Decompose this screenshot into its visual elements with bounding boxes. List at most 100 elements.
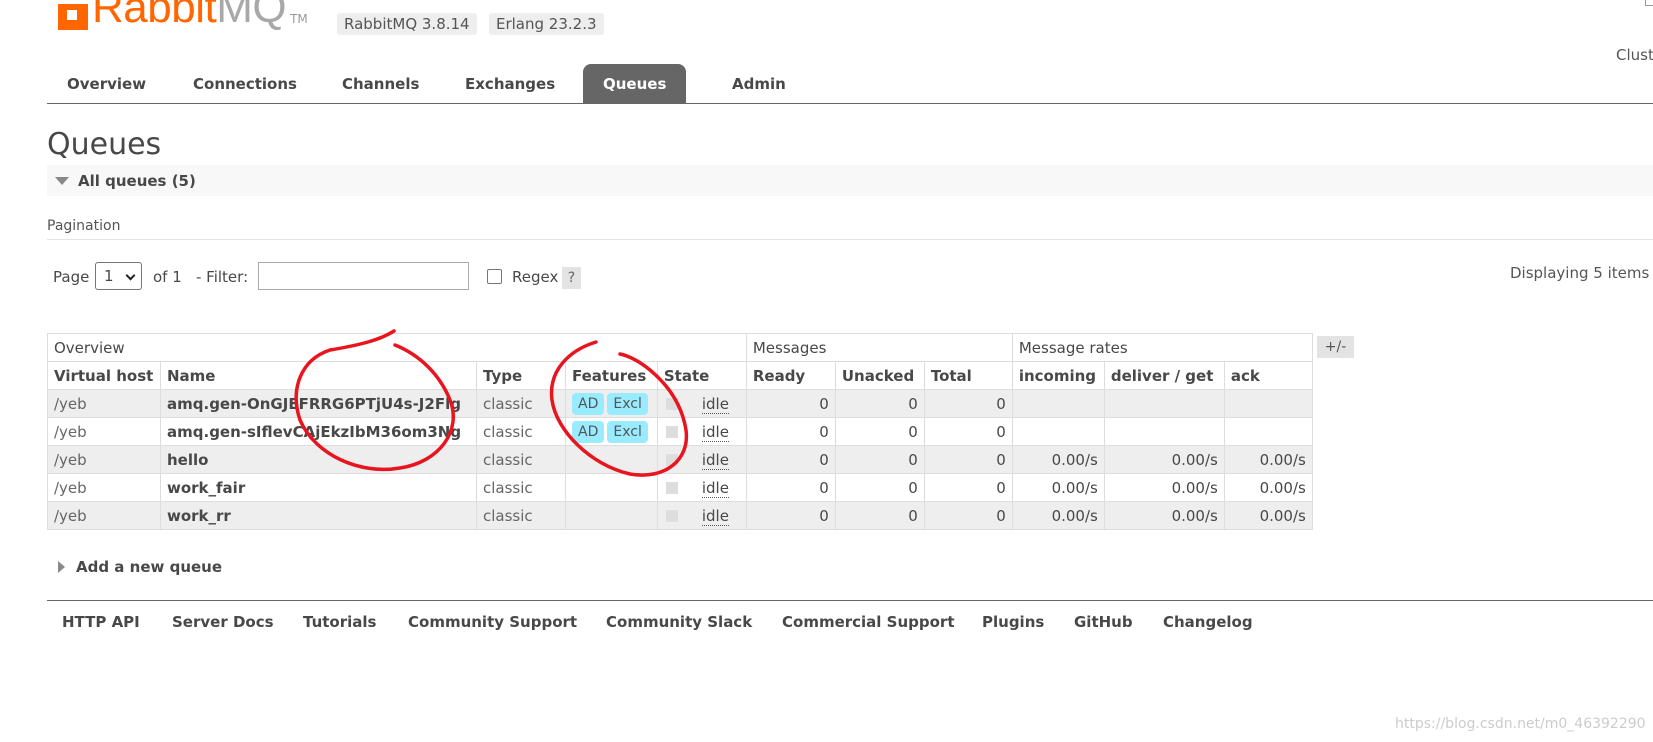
filter-input[interactable] (258, 262, 469, 290)
cell-vhost: /yeb (47, 445, 161, 474)
group-overview: Overview (47, 333, 747, 362)
tab-exchanges[interactable]: Exchanges (445, 64, 575, 103)
cell-total: 0 (923, 501, 1013, 530)
col-virtual-host[interactable]: Virtual host (47, 361, 161, 390)
queue-name-link[interactable]: amq.gen-sIflevCAjEkzIbM36om3Ng (160, 417, 477, 446)
tab-queues[interactable]: Queues (583, 64, 687, 103)
table-row: /yeb work_rr classic idle 0 0 0 0.00/s 0.00/s 0.0… (47, 501, 1313, 530)
col-ack[interactable]: ack (1223, 361, 1313, 390)
col-unacked[interactable]: Unacked (834, 361, 925, 390)
state-label: idle (701, 506, 729, 526)
tab-channels[interactable]: Channels (322, 64, 439, 103)
col-state[interactable]: State (656, 361, 747, 390)
footer-link-http-api[interactable]: HTTP API (62, 613, 140, 631)
footer-link-changelog[interactable]: Changelog (1163, 613, 1253, 631)
regex-help-button[interactable]: ? (562, 267, 581, 289)
state-indicator-icon (665, 482, 678, 494)
col-deliver-get[interactable]: deliver / get (1103, 361, 1225, 390)
logo-text-rabbit: Rabbit (92, 0, 217, 32)
table-row: /yeb amq.gen-sIflevCAjEkzIbM36om3Ng classi… (47, 417, 1313, 446)
state-indicator-icon (665, 398, 678, 410)
cell-vhost: /yeb (47, 417, 161, 446)
footer-link-community-support[interactable]: Community Support (408, 613, 577, 631)
pagination-divider (47, 239, 1653, 240)
cell-features: AD Excl (565, 389, 658, 418)
col-type[interactable]: Type (476, 361, 566, 390)
add-queue-toggle[interactable]: Add a new queue (58, 558, 222, 576)
cell-type: classic (476, 389, 566, 418)
table-row: /yeb hello classic idle 0 0 0 0.00/s 0.00/s 0.00/… (47, 445, 1313, 474)
cell-ack: 0.00/s (1223, 473, 1313, 502)
col-name[interactable]: Name (160, 361, 477, 390)
cell-unacked: 0 (834, 501, 925, 530)
cell-unacked: 0 (834, 417, 925, 446)
cell-total: 0 (923, 473, 1013, 502)
cell-incoming: 0.00/s (1011, 501, 1105, 530)
table-row: /yeb amq.gen-OnGJEFRRG6PTjU4s-J2Flg classi… (47, 389, 1313, 418)
cell-ack: 0.00/s (1223, 445, 1313, 474)
cell-deliver-get (1103, 389, 1225, 418)
cell-vhost: /yeb (47, 473, 161, 502)
state-indicator-icon (665, 454, 678, 466)
logo-tm: TM (290, 12, 308, 26)
col-incoming[interactable]: incoming (1011, 361, 1105, 390)
cell-type: classic (476, 445, 566, 474)
feature-badge: AD (572, 392, 605, 415)
cell-deliver-get: 0.00/s (1103, 473, 1225, 502)
cell-state: idle (656, 445, 747, 474)
cell-deliver-get: 0.00/s (1103, 501, 1225, 530)
queues-table: Overview Messages Message rates Virtual … (47, 333, 1313, 530)
toggle-columns-button[interactable]: +/- (1317, 336, 1354, 358)
feature-badge: Excl (607, 420, 648, 443)
queue-name-link[interactable]: hello (160, 445, 477, 474)
page-label: Page (53, 268, 90, 286)
footer-link-community-slack[interactable]: Community Slack (606, 613, 752, 631)
rabbitmq-logo: RabbitMQ TM (58, 0, 308, 30)
tab-admin[interactable]: Admin (712, 64, 806, 103)
queue-name-link[interactable]: amq.gen-OnGJEFRRG6PTjU4s-J2Flg (160, 389, 477, 418)
cell-total: 0 (923, 417, 1013, 446)
col-total[interactable]: Total (923, 361, 1013, 390)
cell-ready: 0 (745, 501, 836, 530)
column-header-row: Virtual host Name Type Features State Re… (47, 361, 1313, 390)
column-group-row: Overview Messages Message rates (47, 333, 1313, 362)
cell-ack: 0.00/s (1223, 501, 1313, 530)
footer-link-commercial-support[interactable]: Commercial Support (782, 613, 955, 631)
regex-label: Regex (512, 268, 559, 286)
cell-unacked: 0 (834, 445, 925, 474)
footer-link-tutorials[interactable]: Tutorials (303, 613, 376, 631)
corner-checkbox[interactable] (1645, 0, 1653, 6)
regex-checkbox[interactable] (487, 269, 502, 284)
cell-features (565, 473, 658, 502)
footer-link-plugins[interactable]: Plugins (982, 613, 1044, 631)
add-queue-label: Add a new queue (76, 558, 223, 576)
col-ready[interactable]: Ready (745, 361, 836, 390)
cell-state: idle (656, 473, 747, 502)
cell-state: idle (656, 417, 747, 446)
cell-vhost: /yeb (47, 389, 161, 418)
tab-connections[interactable]: Connections (173, 64, 317, 103)
cell-unacked: 0 (834, 473, 925, 502)
footer: HTTP API Server Docs Tutorials Community… (47, 600, 1653, 644)
cell-ack (1223, 389, 1313, 418)
queue-name-link[interactable]: work_rr (160, 501, 477, 530)
feature-badge: Excl (607, 392, 648, 415)
footer-link-server-docs[interactable]: Server Docs (172, 613, 274, 631)
erlang-badge: Erlang 23.2.3 (489, 13, 604, 35)
state-label: idle (701, 450, 729, 470)
state-indicator-icon (665, 426, 678, 438)
cell-incoming (1011, 389, 1105, 418)
cell-deliver-get: 0.00/s (1103, 445, 1225, 474)
pagination-controls: Page 1 of 1 - Filter: Regex ? (47, 262, 1653, 292)
collapse-triangle-icon (55, 176, 69, 185)
footer-link-github[interactable]: GitHub (1074, 613, 1133, 631)
all-queues-toggle[interactable]: All queues (5) (47, 165, 1653, 196)
page-select[interactable]: 1 (95, 262, 142, 290)
queue-name-link[interactable]: work_fair (160, 473, 477, 502)
tab-overview[interactable]: Overview (47, 64, 166, 103)
col-features[interactable]: Features (565, 361, 658, 390)
cell-incoming: 0.00/s (1011, 473, 1105, 502)
cell-total: 0 (923, 389, 1013, 418)
cell-deliver-get (1103, 417, 1225, 446)
group-messages: Messages (745, 333, 1013, 362)
